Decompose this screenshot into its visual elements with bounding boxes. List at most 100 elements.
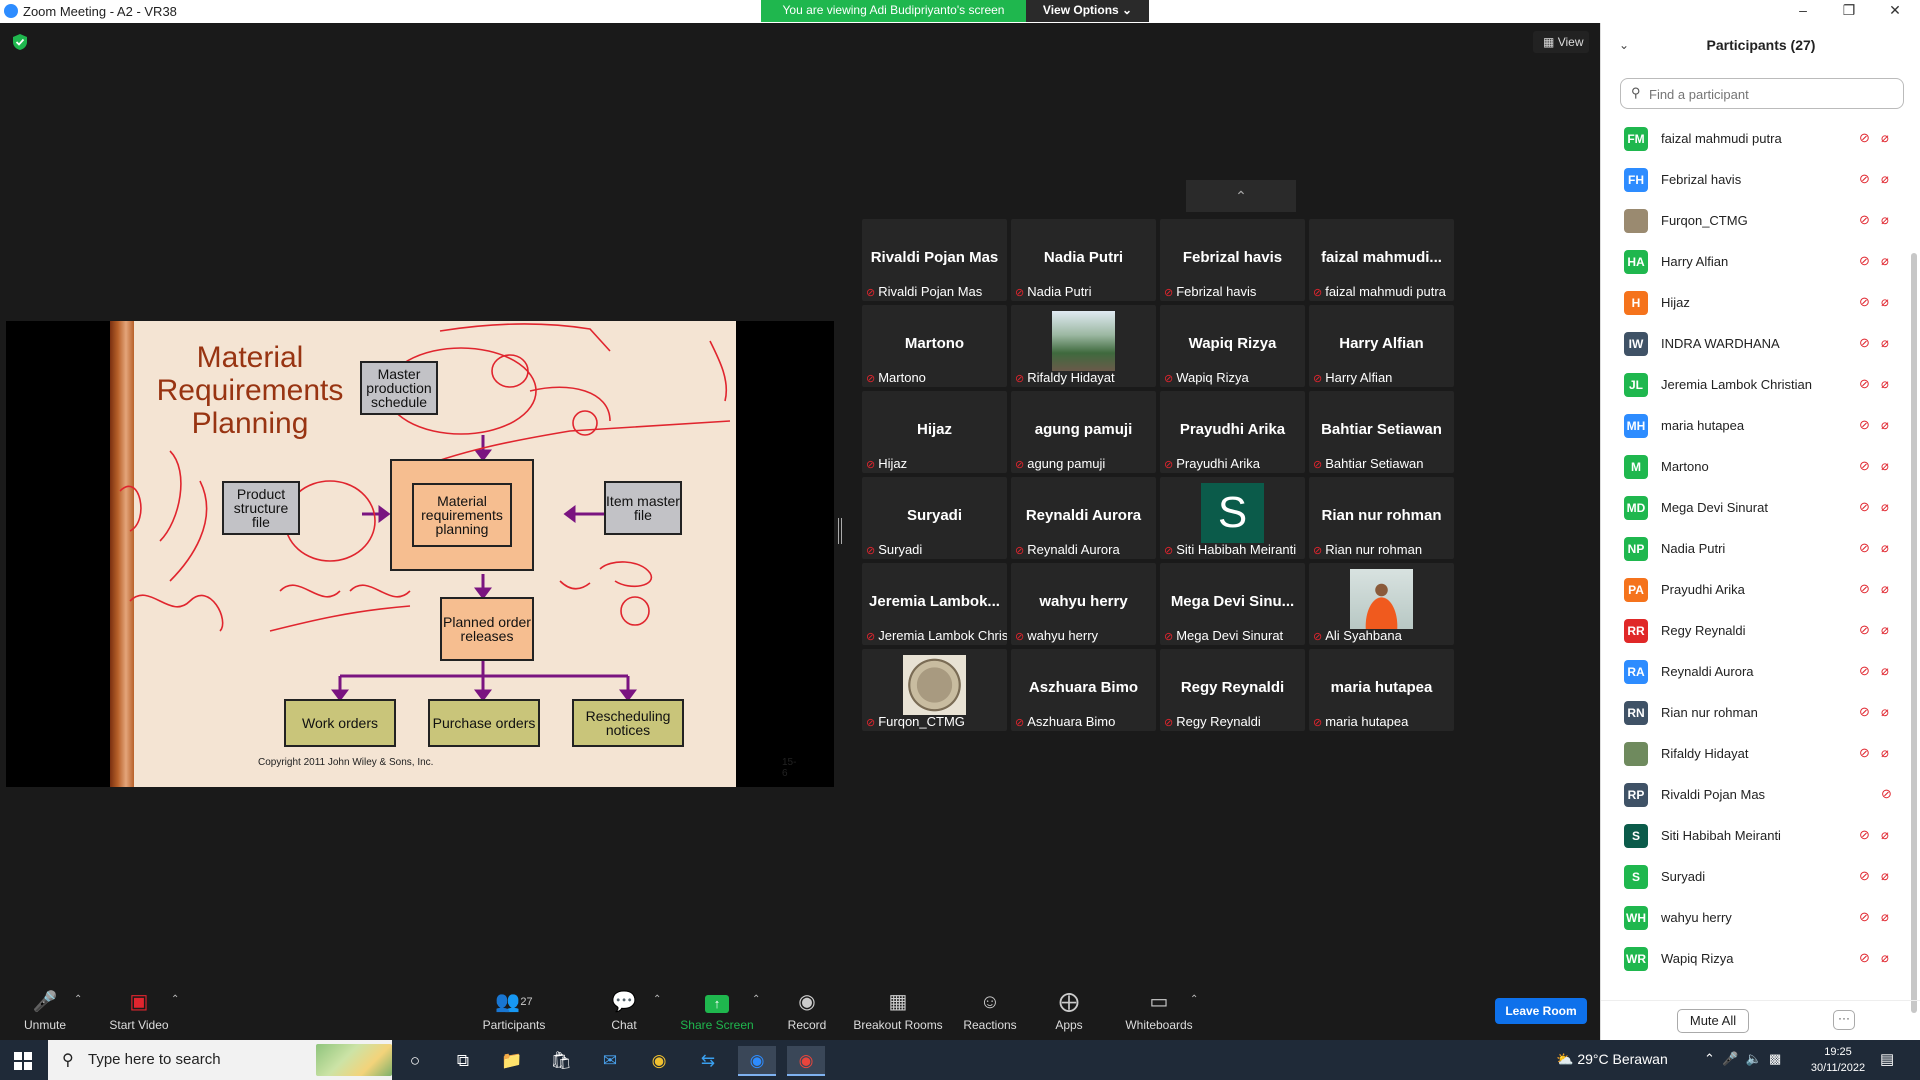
video-tile[interactable]: Mega Devi Sinu... ⊘ Mega Devi Sinurat [1160, 563, 1305, 645]
camera-off-icon[interactable]: ⌀ [1881, 663, 1889, 679]
weather-widget[interactable]: ⛅ 29°C Berawan [1556, 1051, 1668, 1068]
chat-button[interactable]: 💬 Chat [604, 990, 644, 1032]
view-options-button[interactable]: View Options ⌄ [1026, 0, 1149, 22]
video-tile[interactable]: Suryadi ⊘ Suryadi [862, 477, 1007, 559]
participant-row[interactable]: S Suryadi ⊘ ⌀ [1601, 857, 1901, 898]
camera-off-icon[interactable]: ⌀ [1881, 417, 1889, 433]
mic-muted-icon[interactable]: ⊘ [1859, 458, 1870, 474]
participant-row[interactable]: FM faizal mahmudi putra ⊘ ⌀ [1601, 119, 1901, 160]
file-explorer-icon[interactable]: 📁 [493, 1046, 531, 1076]
participant-row[interactable]: PA Prayudhi Arika ⊘ ⌀ [1601, 570, 1901, 611]
video-tile[interactable]: Martono ⊘ Martono [862, 305, 1007, 387]
taskbar-search-box[interactable]: ⚲ Type here to search [48, 1040, 392, 1080]
participant-row[interactable]: HA Harry Alfian ⊘ ⌀ [1601, 242, 1901, 283]
video-tile[interactable]: ⊘ Ali Syahbana [1309, 563, 1454, 645]
participant-row[interactable]: RA Reynaldi Aurora ⊘ ⌀ [1601, 652, 1901, 693]
video-tile[interactable]: wahyu herry ⊘ wahyu herry [1011, 563, 1156, 645]
minimize-button[interactable]: – [1780, 0, 1826, 23]
camera-off-icon[interactable]: ⌀ [1881, 171, 1889, 187]
whiteboards-options-caret[interactable]: ⌃ [1190, 994, 1198, 1005]
chrome-profile-icon[interactable]: ◉ [787, 1046, 825, 1076]
mic-muted-icon[interactable]: ⊘ [1859, 909, 1870, 925]
view-layout-button[interactable]: ▦ View [1533, 31, 1589, 53]
participant-row[interactable]: Furqon_CTMG ⊘ ⌀ [1601, 201, 1901, 242]
video-tile[interactable]: S ⊘ Siti Habibah Meiranti [1160, 477, 1305, 559]
camera-off-icon[interactable]: ⌀ [1881, 130, 1889, 146]
mic-muted-icon[interactable]: ⊘ [1859, 663, 1870, 679]
participant-row[interactable]: WH wahyu herry ⊘ ⌀ [1601, 898, 1901, 939]
camera-off-icon[interactable]: ⌀ [1881, 335, 1889, 351]
mail-icon[interactable]: ✉ [591, 1046, 629, 1076]
mic-muted-icon[interactable]: ⊘ [1859, 540, 1870, 556]
mic-muted-icon[interactable]: ⊘ [1859, 130, 1870, 146]
close-button[interactable]: ✕ [1872, 0, 1918, 23]
participant-row[interactable]: JL Jeremia Lambok Christian ⊘ ⌀ [1601, 365, 1901, 406]
mute-all-button[interactable]: Mute All [1677, 1009, 1749, 1033]
participant-row[interactable]: Rifaldy Hidayat ⊘ ⌀ [1601, 734, 1901, 775]
participant-row[interactable]: H Hijaz ⊘ ⌀ [1601, 283, 1901, 324]
share-screen-button[interactable]: ↑ Share Screen [680, 990, 754, 1032]
participant-row[interactable]: M Martono ⊘ ⌀ [1601, 447, 1901, 488]
camera-off-icon[interactable]: ⌀ [1881, 622, 1889, 638]
mic-muted-icon[interactable]: ⊘ [1859, 581, 1870, 597]
participant-row[interactable]: RP Rivaldi Pojan Mas ⊘ [1601, 775, 1901, 816]
chat-options-caret[interactable]: ⌃ [653, 994, 661, 1005]
mic-muted-icon[interactable]: ⊘ [1859, 171, 1870, 187]
mic-muted-icon[interactable]: ⊘ [1859, 335, 1870, 351]
video-tile[interactable]: maria hutapea ⊘ maria hutapea [1309, 649, 1454, 731]
participants-button[interactable]: 👥27 Participants [478, 990, 550, 1032]
video-tile[interactable]: Jeremia Lambok... ⊘Jeremia Lambok Christi… [862, 563, 1007, 645]
mic-muted-icon[interactable]: ⊘ [1859, 499, 1870, 515]
camera-off-icon[interactable]: ⌀ [1881, 827, 1889, 843]
video-options-caret[interactable]: ⌃ [171, 994, 179, 1005]
participant-search-input[interactable] [1649, 83, 1889, 105]
camera-off-icon[interactable]: ⌀ [1881, 212, 1889, 228]
video-tile[interactable]: Rivaldi Pojan Mas ⊘ Rivaldi Pojan Mas [862, 219, 1007, 301]
mic-muted-icon[interactable]: ⊘ [1859, 827, 1870, 843]
audio-options-caret[interactable]: ⌃ [74, 994, 82, 1005]
video-tile[interactable]: Prayudhi Arika ⊘ Prayudhi Arika [1160, 391, 1305, 473]
video-tile[interactable]: Rian nur rohman ⊘ Rian nur rohman [1309, 477, 1454, 559]
camera-off-icon[interactable]: ⌀ [1881, 868, 1889, 884]
maximize-button[interactable]: ❐ [1826, 0, 1872, 23]
chrome-icon[interactable]: ◉ [640, 1046, 678, 1076]
participant-row[interactable]: NP Nadia Putri ⊘ ⌀ [1601, 529, 1901, 570]
mic-muted-icon[interactable]: ⊘ [1859, 950, 1870, 966]
camera-off-icon[interactable]: ⌀ [1881, 909, 1889, 925]
video-tile[interactable]: ⊘ Furqon_CTMG [862, 649, 1007, 731]
video-tile[interactable]: Nadia Putri ⊘ Nadia Putri [1011, 219, 1156, 301]
camera-off-icon[interactable]: ⌀ [1881, 540, 1889, 556]
unmute-button[interactable]: 🎤 Unmute [18, 990, 72, 1032]
show-hidden-icons[interactable]: ⌃ [1704, 1051, 1715, 1066]
video-tile[interactable]: Bahtiar Setiawan ⊘ Bahtiar Setiawan [1309, 391, 1454, 473]
participant-row[interactable]: WR Wapiq Rizya ⊘ ⌀ [1601, 939, 1901, 980]
video-tile[interactable]: Regy Reynaldi ⊘ Regy Reynaldi [1160, 649, 1305, 731]
breakout-rooms-button[interactable]: ▦ Breakout Rooms [852, 990, 944, 1032]
mic-muted-icon[interactable]: ⊘ [1859, 622, 1870, 638]
participant-row[interactable]: FH Febrizal havis ⊘ ⌀ [1601, 160, 1901, 201]
mic-muted-icon[interactable]: ⊘ [1859, 212, 1870, 228]
camera-off-icon[interactable]: ⌀ [1881, 950, 1889, 966]
share-options-caret[interactable]: ⌃ [752, 994, 760, 1005]
mic-muted-icon[interactable]: ⊘ [1859, 294, 1870, 310]
camera-off-icon[interactable]: ⌀ [1881, 253, 1889, 269]
more-options-button[interactable]: ··· [1833, 1010, 1855, 1030]
video-tile[interactable]: Reynaldi Aurora ⊘ Reynaldi Aurora [1011, 477, 1156, 559]
participant-row[interactable]: MH maria hutapea ⊘ ⌀ [1601, 406, 1901, 447]
notification-center-icon[interactable]: ▤ [1880, 1050, 1894, 1068]
mic-muted-icon[interactable]: ⊘ [1859, 704, 1870, 720]
camera-off-icon[interactable]: ⌀ [1881, 499, 1889, 515]
video-tile[interactable]: Wapiq Rizya ⊘ Wapiq Rizya [1160, 305, 1305, 387]
start-video-button[interactable]: ▣ Start Video [104, 990, 174, 1032]
mic-muted-icon[interactable]: ⊘ [1859, 417, 1870, 433]
mic-muted-icon[interactable]: ⊘ [1859, 376, 1870, 392]
participant-list-scrollbar[interactable] [1911, 253, 1917, 1013]
video-tile[interactable]: Febrizal havis ⊘ Febrizal havis [1160, 219, 1305, 301]
apps-button[interactable]: ⨁ Apps [1052, 990, 1086, 1032]
video-tile[interactable]: agung pamuji ⊘ agung pamuji [1011, 391, 1156, 473]
mic-muted-icon[interactable]: ⊘ [1881, 786, 1892, 802]
whiteboards-button[interactable]: ▭ Whiteboards [1124, 990, 1194, 1032]
store-icon[interactable]: 🛍 [542, 1046, 580, 1076]
cortana-icon[interactable]: ○ [396, 1046, 434, 1076]
security-shield-icon[interactable] [12, 33, 28, 51]
